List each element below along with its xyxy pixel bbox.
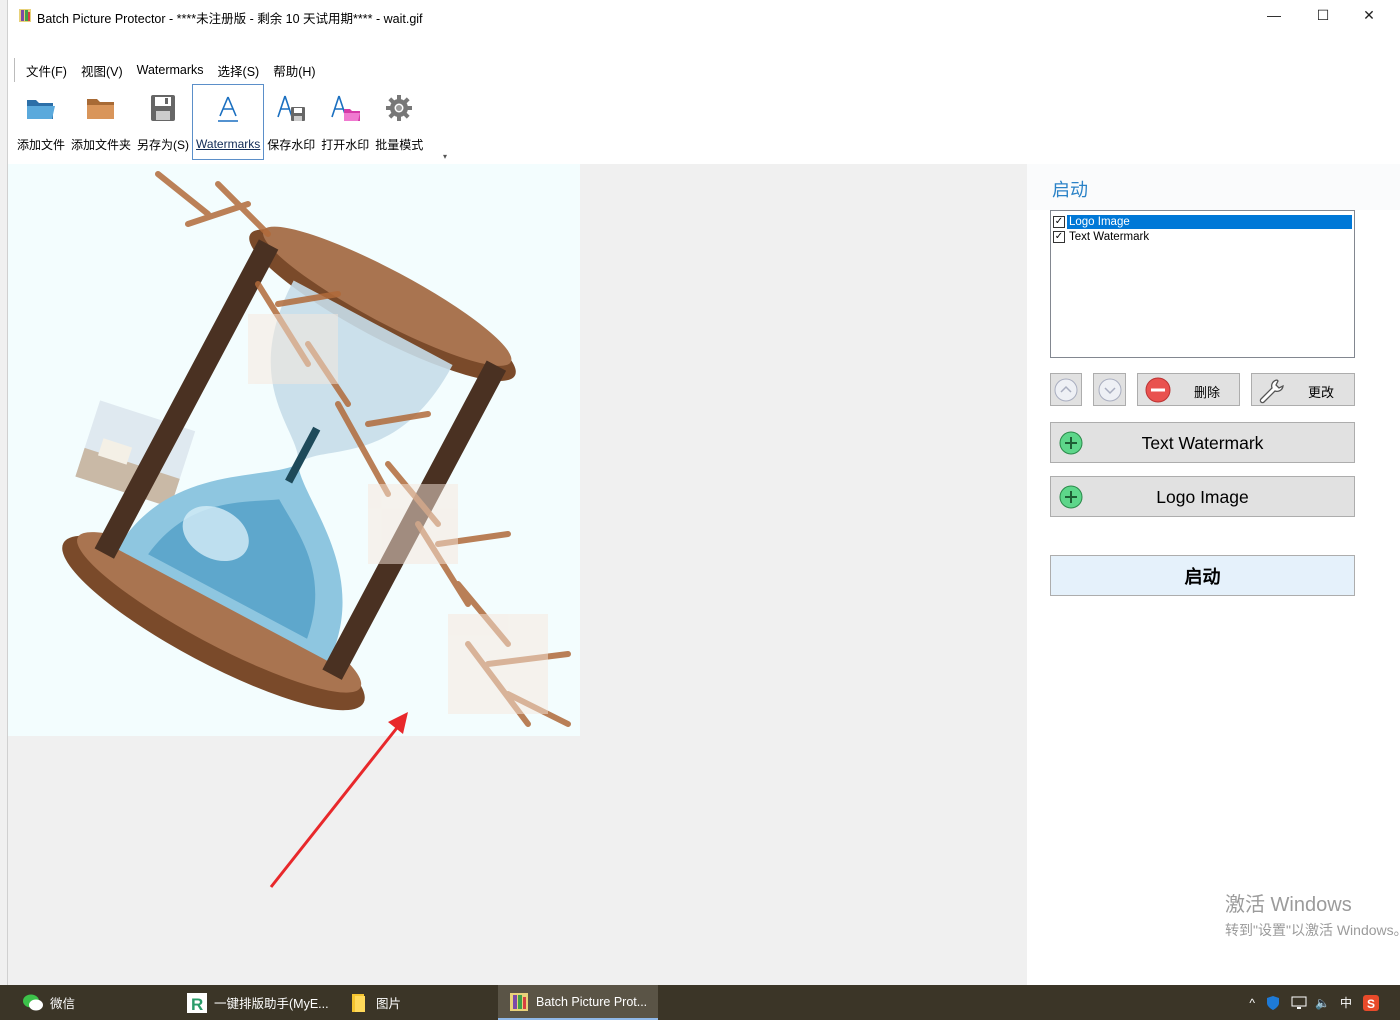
taskbar: 微信 R 一键排版助手(MyE... 图片 Batch Picture Prot… (0, 985, 1400, 1020)
background-window-edge (0, 0, 8, 985)
open-watermark-icon (327, 88, 363, 128)
menu-file[interactable]: 文件(F) (19, 61, 74, 80)
list-item-label: Logo Image (1067, 214, 1352, 229)
batch-mode-button[interactable]: 批量模式 (372, 84, 426, 160)
menu-view[interactable]: 视图(V) (74, 61, 130, 80)
red-arrow-annotation (269, 712, 408, 888)
add-folder-button[interactable]: 添加文件夹 (68, 84, 134, 160)
move-down-button[interactable] (1093, 373, 1126, 406)
menu-help[interactable]: 帮助(H) (266, 61, 322, 80)
delete-label: 删除 (1194, 385, 1221, 400)
app-icon (19, 9, 31, 22)
list-item-logo-image[interactable]: ✓ Logo Image (1053, 214, 1354, 229)
open-watermark-button[interactable]: 打开水印 (318, 84, 372, 160)
open-watermark-label: 打开水印 (321, 138, 370, 152)
save-as-button[interactable]: 另存为(S) (134, 84, 192, 160)
watermark-list[interactable]: ✓ Logo Image ✓ Text Watermark (1050, 210, 1355, 358)
sogou-icon[interactable]: S (1362, 994, 1380, 1012)
list-item-text-watermark[interactable]: ✓ Text Watermark (1053, 229, 1354, 244)
delete-button[interactable]: 删除 (1137, 373, 1240, 406)
taskbar-label: 图片 (376, 997, 402, 1011)
add-folder-label: 添加文件夹 (71, 138, 132, 152)
taskbar-label: 微信 (50, 997, 76, 1011)
shield-icon[interactable] (1265, 995, 1281, 1011)
chevron-down-icon (1098, 378, 1121, 401)
add-logo-image-button[interactable]: Logo Image (1050, 476, 1355, 517)
svg-text:R: R (191, 995, 203, 1014)
ime-indicator[interactable]: 中 (1340, 994, 1352, 1011)
wrench-icon (1259, 379, 1284, 404)
start-label: 启动 (1184, 566, 1221, 587)
panel-title: 启动 (1052, 180, 1088, 200)
batch-mode-label: 批量模式 (375, 138, 424, 152)
add-text-watermark-label: Text Watermark (1141, 433, 1264, 453)
title-bar: Batch Picture Protector - ****未注册版 - 剩余 … (8, 0, 1400, 32)
preview-area (8, 164, 1027, 985)
activation-line1: 激活 Windows (1225, 894, 1352, 916)
taskbar-item-wechat[interactable]: 微信 (22, 985, 172, 1020)
myeditor-icon: R (187, 992, 207, 1014)
add-text-watermark-button[interactable]: Text Watermark (1050, 422, 1355, 463)
activation-line2: 转到"设置"以激活 Windows。 (1225, 922, 1400, 938)
toolbar-overflow-icon[interactable]: ▾ (443, 152, 447, 161)
save-as-label: 另存为(S) (137, 138, 190, 152)
folder-open-icon (23, 88, 59, 128)
wechat-icon (23, 994, 43, 1010)
system-tray: ^ 🔈 中 S (1249, 985, 1400, 1020)
watermark-panel: 启动 ✓ Logo Image ✓ Text Watermark 删除 更改 T… (1027, 164, 1400, 985)
taskbar-item-batch-picture-protector[interactable]: Batch Picture Prot... (498, 985, 658, 1020)
add-file-button[interactable]: 添加文件 (14, 84, 68, 160)
taskbar-label: 一键排版助手(MyE... (214, 997, 329, 1011)
move-up-button[interactable] (1050, 373, 1082, 406)
watermarks-button[interactable]: Watermarks (192, 84, 265, 160)
maximize-button[interactable]: ☐ (1300, 0, 1346, 30)
taskbar-label: Batch Picture Prot... (536, 994, 648, 1009)
watermarks-label: Watermarks (196, 137, 261, 151)
close-button[interactable]: ✕ (1346, 0, 1392, 30)
toolbar: 添加文件 添加文件夹 另存为(S) Watermarks 保存水印 打开水印 批… (14, 84, 450, 162)
folder-icon (83, 88, 119, 128)
letter-a-icon (210, 89, 246, 129)
speaker-icon[interactable]: 🔈 (1315, 996, 1330, 1010)
menu-watermarks[interactable]: Watermarks (130, 63, 211, 77)
list-item-label: Text Watermark (1069, 230, 1150, 243)
save-watermark-label: 保存水印 (267, 138, 316, 152)
taskbar-item-explorer[interactable]: 图片 (348, 985, 488, 1020)
save-watermark-button[interactable]: 保存水印 (264, 84, 318, 160)
window-title: Batch Picture Protector - ****未注册版 - 剩余 … (37, 12, 423, 26)
menu-select[interactable]: 选择(S) (211, 61, 267, 80)
start-button[interactable]: 启动 (1050, 555, 1355, 596)
floppy-disk-icon (145, 88, 181, 128)
network-icon[interactable] (1291, 995, 1307, 1011)
edit-button[interactable]: 更改 (1251, 373, 1355, 406)
panel-header: 启动 (1027, 164, 1400, 210)
batch-picture-protector-icon (510, 992, 528, 1011)
save-watermark-icon (273, 88, 309, 128)
taskbar-item-myeditor[interactable]: R 一键排版助手(MyE... (186, 985, 336, 1020)
edit-label: 更改 (1308, 385, 1335, 400)
checkbox[interactable]: ✓ (1053, 215, 1065, 228)
gear-icon (381, 88, 417, 128)
chevron-up-icon[interactable]: ^ (1249, 996, 1255, 1010)
svg-text:S: S (1367, 997, 1375, 1011)
windows-activation-notice: 激活 Windows 转到"设置"以激活 Windows。 (1225, 888, 1400, 940)
minimize-button[interactable]: — (1251, 0, 1297, 30)
checkbox[interactable]: ✓ (1053, 230, 1065, 243)
chevron-up-icon (1054, 378, 1078, 401)
add-logo-image-label: Logo Image (1156, 487, 1249, 507)
menu-bar: 文件(F) 视图(V) Watermarks 选择(S) 帮助(H) (14, 58, 323, 82)
minus-circle-icon (1145, 377, 1171, 403)
add-file-label: 添加文件 (17, 138, 66, 152)
file-explorer-icon (352, 993, 365, 1012)
